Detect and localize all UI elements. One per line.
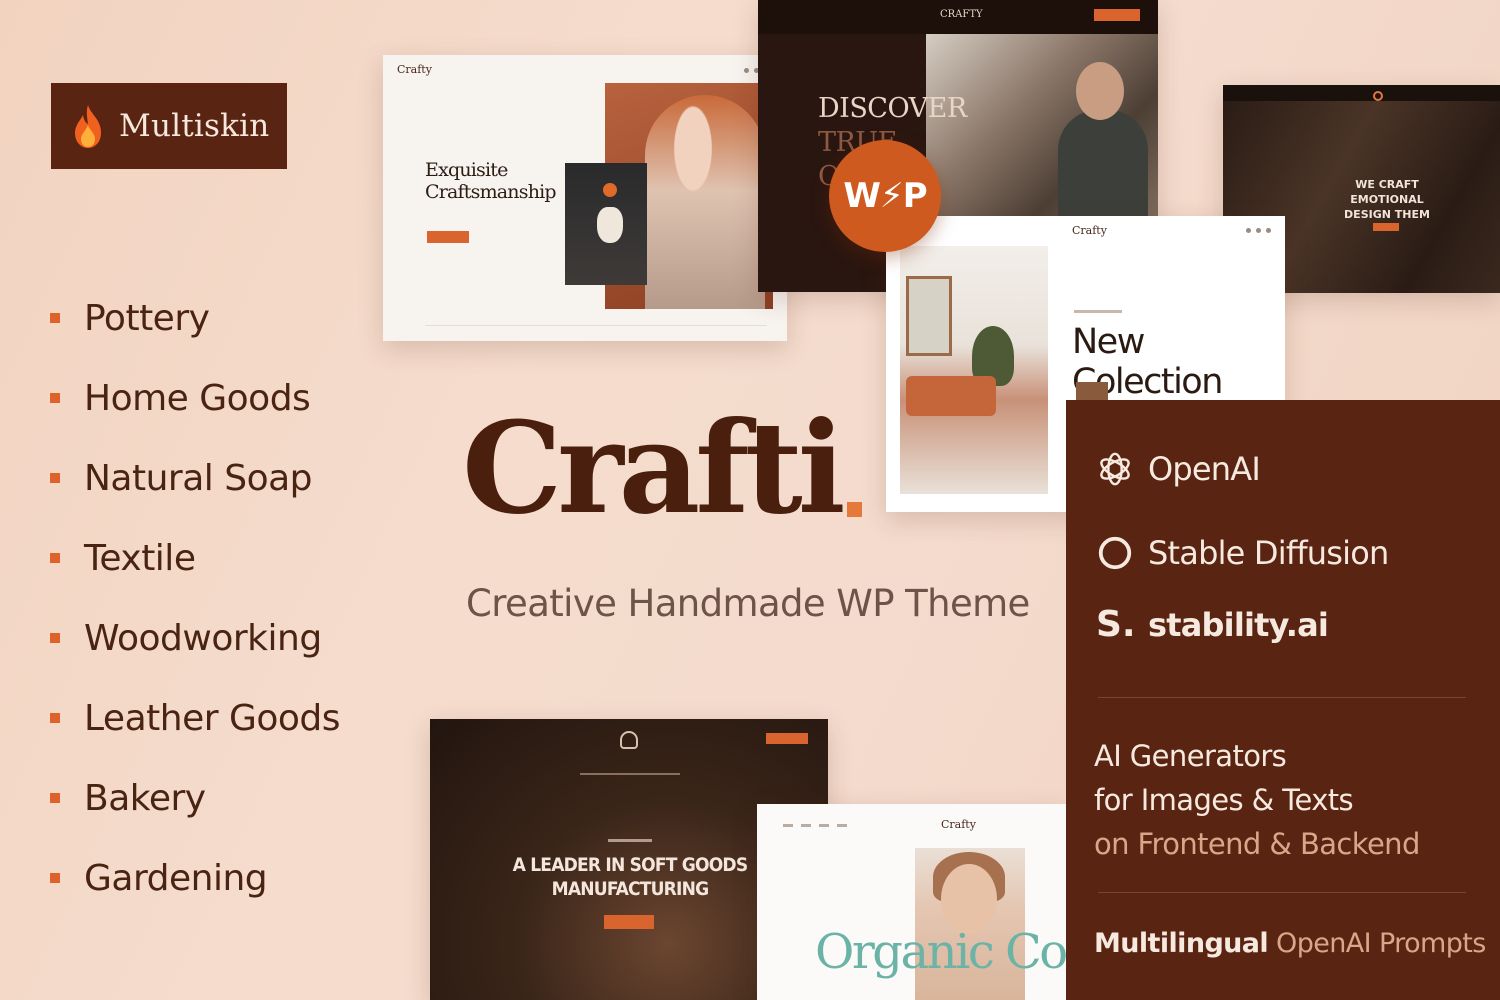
divider [1098, 697, 1466, 698]
flower [603, 183, 617, 197]
headline-line: DISCOVER [818, 93, 967, 124]
nav-links [580, 773, 680, 775]
multiskin-badge: Multiskin [51, 83, 287, 169]
stable-diffusion-icon [1098, 536, 1132, 570]
provider-stability-ai: S. stability.ai [1096, 604, 1329, 645]
provider-label: Stable Diffusion [1148, 534, 1389, 572]
hero-button[interactable] [604, 915, 654, 929]
bullet [50, 393, 60, 403]
bullet [50, 473, 60, 483]
divider [1098, 892, 1466, 893]
brand-logo: Crafti [462, 405, 862, 531]
category-item: Leather Goods [50, 678, 341, 758]
category-label: Gardening [84, 857, 268, 899]
category-label: Pottery [84, 297, 210, 339]
ai-generators-text: AI Generators for Images & Texts on Fron… [1094, 734, 1420, 866]
category-label: Woodworking [84, 617, 322, 659]
site-logo-icon [1373, 91, 1383, 101]
site-logo-icon [620, 731, 638, 749]
feature-line: AI Generators [1094, 739, 1287, 773]
site-logo: CRAFTY [940, 9, 983, 20]
category-item: Gardening [50, 838, 340, 918]
wp-badge-label: W⚡P [843, 176, 927, 216]
hero-photo-head [1076, 62, 1124, 120]
category-list: Pottery Home Goods Natural Soap Textile … [50, 278, 341, 918]
interior-sofa [906, 376, 996, 416]
category-item: Home Goods [50, 358, 340, 438]
hero-photo-person [1058, 110, 1148, 216]
category-label: Natural Soap [84, 457, 313, 499]
hero-headline: A LEADER IN SOFT GOODS MANUFACTURING [512, 854, 749, 900]
nav-button[interactable] [1094, 9, 1140, 21]
bullet [50, 713, 60, 723]
category-label: Home Goods [84, 377, 311, 419]
site-logo: Crafty [397, 63, 432, 76]
ai-features-panel: OpenAI Stable Diffusion S. stability.ai … [1066, 400, 1500, 1000]
category-label: Leather Goods [84, 697, 341, 739]
interior-window [906, 276, 952, 356]
badge-label: Multiskin [119, 108, 270, 144]
category-item: Textile [50, 518, 340, 598]
hero-cta-button[interactable] [427, 231, 469, 243]
hero-headline: WE CRAFT EMOTIONAL DESIGN THEM [1344, 178, 1430, 221]
preview-exquisite-craftsmanship[interactable]: Crafty Exquisite Craftsmanship [383, 55, 787, 341]
brand-tagline: Creative Handmade WP Theme [466, 582, 1030, 625]
feature-line: for Images & Texts [1094, 783, 1354, 817]
provider-openai: OpenAI [1096, 450, 1261, 488]
nav-button[interactable] [766, 733, 808, 744]
category-label: Textile [84, 537, 196, 579]
site-logo: Crafty [1072, 224, 1107, 237]
header-icons [1246, 228, 1271, 233]
category-item: Woodworking [50, 598, 340, 678]
hero-heading: Organic Cosmetics [815, 924, 1067, 980]
category-item: Bakery [50, 758, 340, 838]
bullet [50, 553, 60, 563]
stability-icon: S. [1096, 604, 1136, 645]
category-item: Pottery [50, 278, 340, 358]
multilingual-text: Multilingual OpenAI Prompts [1094, 928, 1486, 959]
category-label: Bakery [84, 777, 206, 819]
site-logo: Crafty [941, 818, 976, 831]
flame-icon [75, 105, 101, 148]
hero-heading: Exquisite Craftsmanship [425, 159, 557, 203]
feature-line: on Frontend & Backend [1094, 827, 1420, 861]
kicker-line [1074, 310, 1122, 313]
bullet [50, 873, 60, 883]
brand-dot [846, 502, 862, 517]
bullet [50, 633, 60, 643]
provider-label: OpenAI [1148, 450, 1261, 488]
kicker-line [608, 839, 652, 842]
wp-badge: W⚡P [829, 140, 941, 252]
preview-organic-cosmetics[interactable]: Crafty Organic Cosmetics [757, 804, 1067, 1000]
bullet [50, 793, 60, 803]
provider-label: stability.ai [1148, 605, 1329, 644]
brand-name: Crafti [462, 394, 846, 542]
hero-button[interactable] [1373, 223, 1399, 231]
provider-stable-diffusion: Stable Diffusion [1096, 534, 1389, 572]
nav-links [783, 824, 847, 827]
thumbnail [1076, 382, 1108, 402]
divider [425, 325, 767, 326]
bullet [50, 313, 60, 323]
category-item: Natural Soap [50, 438, 340, 518]
multilingual-strong: Multilingual [1094, 928, 1269, 959]
multilingual-rest: OpenAI Prompts [1268, 928, 1486, 959]
hero-photo-artisan [645, 95, 765, 309]
openai-icon [1100, 452, 1130, 486]
vase [597, 207, 623, 243]
